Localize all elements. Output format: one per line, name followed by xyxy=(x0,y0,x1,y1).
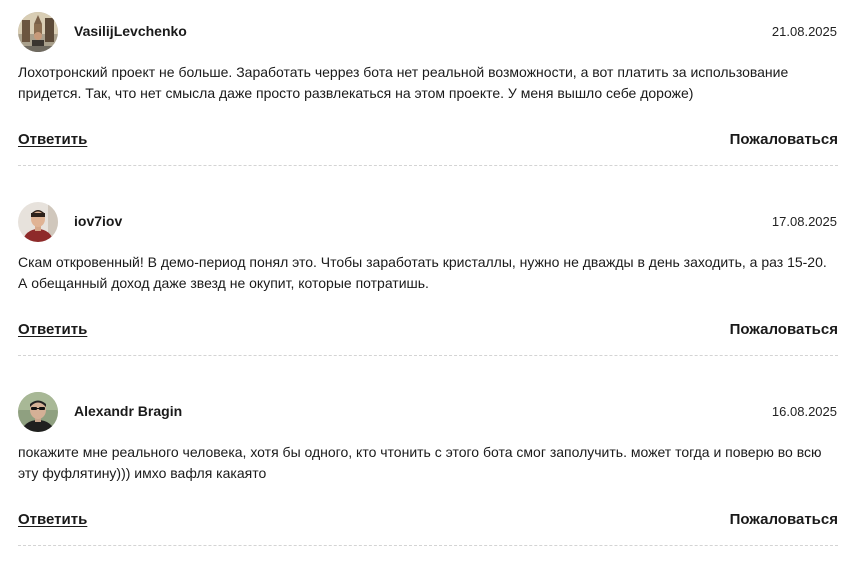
comment-actions: Ответить Пожаловаться xyxy=(18,511,838,531)
comment-text-line: Скам откровенный! В демо-период понял эт… xyxy=(18,254,827,270)
reply-link[interactable]: Ответить xyxy=(18,511,87,528)
reply-link[interactable]: Ответить xyxy=(18,131,87,148)
report-button[interactable]: Пожаловаться xyxy=(730,131,838,148)
comment-header: iov7iov 17.08.2025 xyxy=(18,202,838,242)
comment-text-line: придется. Так, что нет смысла даже прост… xyxy=(18,85,694,101)
avatar[interactable] xyxy=(18,12,58,52)
comments-list: VasilijLevchenko 21.08.2025 Лохотронский… xyxy=(0,0,855,563)
comment-actions: Ответить Пожаловаться xyxy=(18,131,838,151)
report-button[interactable]: Пожаловаться xyxy=(730,511,838,528)
comment-text: покажите мне реального человека, хотя бы… xyxy=(18,442,838,484)
avatar-photo-icon xyxy=(18,202,58,242)
comment-actions: Ответить Пожаловаться xyxy=(18,321,838,341)
comment-author: Alexandr Bragin xyxy=(74,403,183,419)
avatar[interactable] xyxy=(18,202,58,242)
reply-link[interactable]: Ответить xyxy=(18,321,87,338)
comment-text-line: эту фуфлятину))) имхо вафля какаято xyxy=(18,465,267,481)
avatar-photo-icon xyxy=(18,12,58,52)
comment-divider xyxy=(18,545,838,546)
comment-header: Alexandr Bragin 16.08.2025 xyxy=(18,392,838,432)
comment-author: VasilijLevchenko xyxy=(74,23,187,39)
comment-date: 17.08.2025 xyxy=(771,214,837,229)
comment-author: iov7iov xyxy=(74,213,123,229)
comment-item: iov7iov 17.08.2025 Скам откровенный! В д… xyxy=(18,202,838,378)
avatar-photo-icon xyxy=(18,392,58,432)
comment-text-line: А обещанный доход даже звезд не окупит, … xyxy=(18,275,429,291)
avatar[interactable] xyxy=(18,392,58,432)
comment-date: 16.08.2025 xyxy=(771,404,837,419)
comment-text-line: покажите мне реального человека, хотя бы… xyxy=(18,444,822,460)
comment-header: VasilijLevchenko 21.08.2025 xyxy=(18,12,838,52)
comment-text-line: Лохотронский проект не больше. Заработат… xyxy=(18,64,789,80)
comment-item: Alexandr Bragin 16.08.2025 покажите мне … xyxy=(18,392,838,568)
report-button[interactable]: Пожаловаться xyxy=(730,321,838,338)
comment-item: VasilijLevchenko 21.08.2025 Лохотронский… xyxy=(18,12,838,188)
comment-text: Лохотронский проект не больше. Заработат… xyxy=(18,62,838,104)
comment-divider xyxy=(18,165,838,166)
comment-text: Скам откровенный! В демо-период понял эт… xyxy=(18,252,838,294)
comment-divider xyxy=(18,355,838,356)
comment-date: 21.08.2025 xyxy=(771,24,837,39)
